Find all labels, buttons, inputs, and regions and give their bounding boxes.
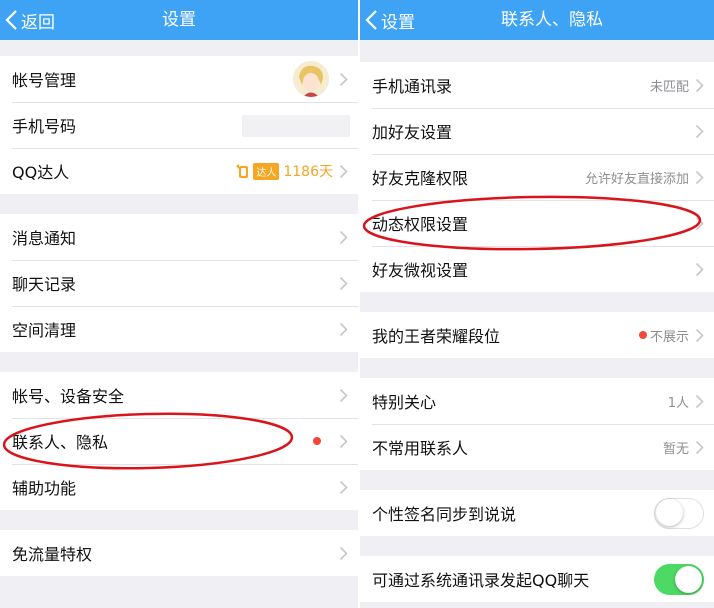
- special-care-item[interactable]: 特别关心 1人: [360, 378, 714, 424]
- add-friend-settings-item[interactable]: 加好友设置: [360, 108, 714, 154]
- item-label: 特别关心: [372, 393, 437, 412]
- item-label: QQ达人: [12, 163, 70, 182]
- chat-history-item[interactable]: 聊天记录: [0, 260, 358, 306]
- phone-number-item[interactable]: 手机号码: [0, 102, 358, 148]
- chevron-right-icon: [695, 262, 704, 276]
- item-label: 联系人、隐私: [12, 433, 109, 452]
- avatar: [293, 61, 329, 97]
- back-button[interactable]: 返回: [4, 0, 55, 40]
- item-label: 个性签名同步到说说: [372, 505, 517, 524]
- chevron-right-icon: [339, 276, 348, 290]
- infrequent-contacts-item[interactable]: 不常用联系人 暂无: [360, 424, 714, 470]
- back-label: 返回: [21, 12, 55, 33]
- red-dot-badge: [638, 331, 647, 339]
- chevron-right-icon: [339, 164, 348, 178]
- back-chevron-icon: [5, 10, 17, 30]
- nav-bar: 设置 联系人、隐私: [360, 0, 714, 40]
- storage-cleanup-item[interactable]: 空间清理: [0, 306, 358, 352]
- item-value: 暂无: [662, 441, 689, 457]
- data-free-privilege-item[interactable]: 免流量特权: [0, 530, 358, 576]
- system-contacts-chat-item: 可通过系统通讯录发起QQ聊天: [360, 556, 714, 602]
- messages-group: 消息通知 聊天记录 空间清理: [0, 214, 358, 352]
- expert-days: 1186天: [283, 164, 333, 180]
- item-value: 允许好友直接添加: [584, 171, 689, 187]
- item-label: 手机通讯录: [372, 77, 453, 96]
- signature-sync-group: 个性签名同步到说说: [360, 490, 714, 536]
- item-label: 消息通知: [12, 229, 77, 248]
- system-contacts-group: 可通过系统通讯录发起QQ聊天: [360, 556, 714, 602]
- nav-bar: 返回 设置: [0, 0, 358, 40]
- item-label: 不常用联系人: [372, 439, 469, 458]
- account-management-item[interactable]: 帐号管理: [0, 56, 358, 102]
- item-label: 加好友设置: [372, 123, 453, 142]
- friend-clone-permission-item[interactable]: 好友克隆权限 允许好友直接添加: [360, 154, 714, 200]
- medal-icon: [236, 164, 249, 178]
- contacts-group: 手机通讯录 未匹配 加好友设置 好友克隆权限 允许好友直接添加 动态权限设置 好…: [360, 62, 714, 292]
- chevron-right-icon: [695, 328, 704, 342]
- item-label: 手机号码: [12, 117, 77, 136]
- special-care-group: 特别关心 1人 不常用联系人 暂无: [360, 378, 714, 470]
- notifications-item[interactable]: 消息通知: [0, 214, 358, 260]
- back-label: 设置: [381, 12, 415, 33]
- item-label: 好友克隆权限: [372, 169, 469, 188]
- accessibility-item[interactable]: 辅助功能: [0, 464, 358, 510]
- phone-number-blurred: [242, 115, 350, 137]
- item-label: 可通过系统通讯录发起QQ聊天: [372, 571, 590, 590]
- back-chevron-icon: [365, 10, 377, 30]
- game-rank-group: 我的王者荣耀段位 不展示: [360, 312, 714, 358]
- chevron-right-icon: [695, 124, 704, 138]
- chevron-right-icon: [695, 170, 704, 184]
- account-group: 帐号管理 手机号码 QQ达人 达人 1186天: [0, 56, 358, 194]
- back-button[interactable]: 设置: [364, 0, 415, 40]
- chevron-right-icon: [339, 230, 348, 244]
- item-value: 不展示: [649, 329, 689, 345]
- phone-contacts-item[interactable]: 手机通讯录 未匹配: [360, 62, 714, 108]
- item-label: 空间清理: [12, 321, 77, 340]
- item-label: 动态权限设置: [372, 215, 469, 234]
- contacts-privacy-item[interactable]: 联系人、隐私: [0, 418, 358, 464]
- item-value: 未匹配: [649, 79, 689, 95]
- signature-sync-item: 个性签名同步到说说: [360, 490, 714, 536]
- honor-of-kings-rank-item[interactable]: 我的王者荣耀段位 不展示: [360, 312, 714, 358]
- data-free-group: 免流量特权: [0, 530, 358, 576]
- qq-expert-item[interactable]: QQ达人 达人 1186天: [0, 148, 358, 194]
- security-group: 帐号、设备安全 联系人、隐私 辅助功能: [0, 372, 358, 510]
- item-label: 帐号管理: [12, 71, 77, 90]
- chevron-right-icon: [339, 434, 348, 448]
- item-label: 帐号、设备安全: [12, 387, 125, 406]
- chevron-right-icon: [695, 440, 704, 454]
- chevron-right-icon: [339, 72, 348, 86]
- chevron-right-icon: [339, 546, 348, 560]
- item-label: 辅助功能: [12, 479, 77, 498]
- signature-sync-toggle[interactable]: [654, 497, 704, 529]
- item-value: 1人: [667, 395, 689, 411]
- chevron-right-icon: [695, 78, 704, 92]
- friend-weishi-settings-item[interactable]: 好友微视设置: [360, 246, 714, 292]
- item-label: 免流量特权: [12, 545, 93, 564]
- chevron-right-icon: [695, 394, 704, 408]
- item-label: 好友微视设置: [372, 261, 469, 280]
- feed-permission-item[interactable]: 动态权限设置: [360, 200, 714, 246]
- chevron-right-icon: [339, 388, 348, 402]
- contacts-privacy-screen: 设置 联系人、隐私 手机通讯录 未匹配 加好友设置 好友克隆权限 允许好友直接添…: [360, 0, 714, 608]
- chevron-right-icon: [339, 322, 348, 336]
- system-contacts-chat-toggle[interactable]: [654, 563, 704, 595]
- settings-screen: 返回 设置 帐号管理 手机号码 QQ达人 达人 1186天 消息通知 聊天记录 …: [0, 0, 358, 608]
- chevron-right-icon: [339, 480, 348, 494]
- expert-badge-label: 达人: [253, 162, 280, 180]
- red-dot-badge: [313, 437, 321, 445]
- item-label: 我的王者荣耀段位: [372, 327, 501, 346]
- chevron-right-icon: [695, 216, 704, 230]
- item-label: 聊天记录: [12, 275, 77, 294]
- account-security-item[interactable]: 帐号、设备安全: [0, 372, 358, 418]
- qq-expert-badge: 达人: [234, 162, 280, 180]
